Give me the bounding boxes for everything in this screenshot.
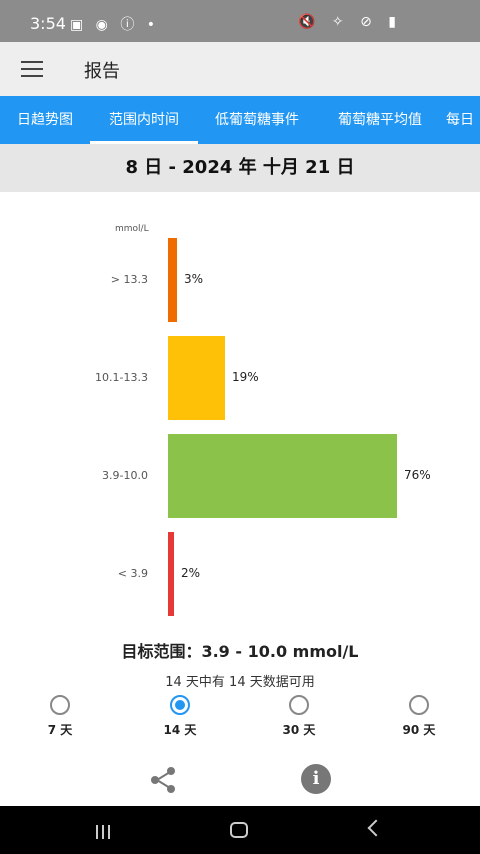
notification-icons: ▣ ◉ ⓘ • — [70, 17, 160, 33]
period-30-label: 30 天 — [282, 723, 316, 737]
report-tabs: 日趋势图 范围内时间 低葡萄糖事件 葡萄糖平均值 每日 — [0, 96, 480, 144]
range-percent-label: 2% — [181, 566, 201, 580]
share-icon[interactable] — [148, 765, 178, 795]
info-icon[interactable]: i — [301, 764, 331, 794]
range-label: 10.1-13.3 — [95, 371, 148, 384]
period-30-radio[interactable] — [289, 695, 309, 715]
status-time: 3:54 — [30, 14, 66, 33]
period-14-radio[interactable] — [170, 695, 190, 715]
range-percent-label: 3% — [184, 272, 204, 286]
app-bar: 报告 — [0, 42, 480, 96]
period-14-label: 14 天 — [163, 723, 197, 737]
menu-icon[interactable] — [21, 61, 43, 77]
period-90-label: 90 天 — [402, 723, 436, 737]
target-range: 目标范围：3.9 - 10.0 mmol/L — [121, 642, 359, 661]
system-nav-bar — [0, 806, 480, 854]
chart-unit-label: mmol/L — [115, 224, 149, 234]
range-bar — [168, 532, 174, 616]
range-bar — [168, 434, 397, 518]
period-7-radio[interactable] — [50, 695, 70, 715]
tab-low-glucose-events[interactable]: 低葡萄糖事件 — [198, 96, 316, 144]
status-bar: 3:54 ▣ ◉ ⓘ • 🔇 ✧ ⊘ ▮ — [0, 0, 480, 42]
range-percent-label: 76% — [404, 468, 431, 482]
page-title: 报告 — [84, 61, 120, 82]
range-percent-label: 19% — [232, 370, 259, 384]
tab-daily[interactable]: 每日 — [446, 96, 480, 144]
range-label: > 13.3 — [110, 273, 148, 286]
range-bar — [168, 336, 225, 420]
system-status-icons: 🔇 ✧ ⊘ ▮ — [298, 14, 402, 30]
period-7-label: 7 天 — [47, 723, 73, 737]
range-label: < 3.9 — [117, 567, 148, 580]
range-bar — [168, 238, 177, 322]
tab-daily-trend[interactable]: 日趋势图 — [0, 96, 90, 144]
data-availability: 14 天中有 14 天数据可用 — [165, 675, 315, 690]
period-90-radio[interactable] — [409, 695, 429, 715]
tab-average-glucose[interactable]: 葡萄糖平均值 — [320, 96, 440, 144]
recent-apps-icon[interactable] — [96, 824, 118, 839]
date-range: 8 日 - 2024 年 十月 21 日 — [0, 144, 480, 192]
home-icon[interactable] — [230, 822, 248, 838]
back-icon[interactable] — [367, 819, 385, 837]
tab-time-in-range[interactable]: 范围内时间 — [90, 96, 198, 144]
range-label: 3.9-10.0 — [102, 469, 148, 482]
